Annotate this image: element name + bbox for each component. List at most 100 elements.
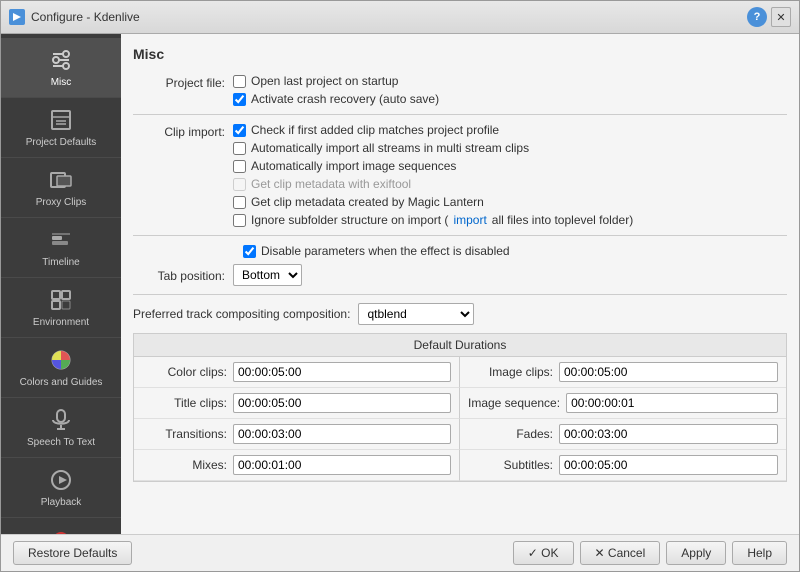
- tab-position-section: Tab position: Bottom Top Left Right: [133, 264, 787, 286]
- crash-recovery-checkbox[interactable]: [233, 93, 246, 106]
- clip-import-content: Check if first added clip matches projec…: [233, 123, 787, 227]
- ok-button[interactable]: ✓ OK: [513, 541, 574, 565]
- sidebar-item-colors-guides[interactable]: Colors and Guides: [1, 338, 121, 398]
- app-icon: [9, 9, 25, 25]
- tab-position-label: Tab position:: [133, 267, 233, 283]
- sidebar-timeline-label: Timeline: [42, 257, 79, 269]
- ignore-subfolder-row[interactable]: Ignore subfolder structure on import ( im…: [233, 213, 787, 227]
- sidebar-item-environment[interactable]: Environment: [1, 278, 121, 338]
- crash-recovery-row[interactable]: Activate crash recovery (auto save): [233, 92, 787, 106]
- project-file-label: Project file:: [133, 74, 233, 90]
- duration-image-sequence: Image sequence:: [460, 388, 786, 419]
- bottom-bar: Restore Defaults ✓ OK ✕ Cancel Apply Hel…: [1, 534, 799, 571]
- timeline-icon: [47, 226, 75, 254]
- environment-icon: [47, 286, 75, 314]
- sidebar-item-project-defaults[interactable]: Project Defaults: [1, 98, 121, 158]
- sidebar-item-proxy-clips[interactable]: Proxy Clips: [1, 158, 121, 218]
- project-file-content: Open last project on startup Activate cr…: [233, 74, 787, 106]
- sidebar-colors-label: Colors and Guides: [20, 377, 103, 389]
- get-metadata-magic-checkbox[interactable]: [233, 196, 246, 209]
- image-sequence-input[interactable]: [566, 393, 778, 413]
- sidebar-item-playback[interactable]: Playback: [1, 458, 121, 518]
- subtitles-input[interactable]: [559, 455, 778, 475]
- project-file-section: Project file: Open last project on start…: [133, 74, 787, 106]
- mixes-input[interactable]: [233, 455, 451, 475]
- color-clips-input[interactable]: [233, 362, 451, 382]
- sidebar-item-capture[interactable]: Capture: [1, 518, 121, 534]
- duration-image-clips: Image clips:: [460, 357, 786, 388]
- auto-import-sequences-label: Automatically import image sequences: [251, 159, 456, 173]
- check-clip-profile-row[interactable]: Check if first added clip matches projec…: [233, 123, 787, 137]
- title-controls: ? ✕: [747, 7, 791, 27]
- help-icon-button[interactable]: ?: [747, 7, 767, 27]
- get-metadata-magic-row[interactable]: Get clip metadata created by Magic Lante…: [233, 195, 787, 209]
- playback-icon: [47, 466, 75, 494]
- compositing-select[interactable]: qtblend frei0r.cairoblend movit.overlay: [358, 303, 474, 325]
- content-area: Misc Project Defaults: [1, 34, 799, 534]
- sidebar-proxy-label: Proxy Clips: [36, 197, 87, 209]
- crash-recovery-label: Activate crash recovery (auto save): [251, 92, 439, 106]
- duration-subtitles: Subtitles:: [460, 450, 786, 481]
- duration-title-clips: Title clips:: [134, 388, 460, 419]
- page-title: Misc: [133, 46, 787, 62]
- apply-button[interactable]: Apply: [666, 541, 726, 565]
- disable-params-row[interactable]: Disable parameters when the effect is di…: [243, 244, 510, 258]
- compositing-label: Preferred track compositing composition:: [133, 307, 358, 321]
- duration-mixes: Mixes:: [134, 450, 460, 481]
- open-last-project-row[interactable]: Open last project on startup: [233, 74, 787, 88]
- open-last-project-label: Open last project on startup: [251, 74, 398, 88]
- auto-import-sequences-checkbox[interactable]: [233, 160, 246, 173]
- get-metadata-exiftool-label: Get clip metadata with exiftool: [251, 177, 411, 191]
- sidebar-speech-label: Speech To Text: [27, 437, 95, 449]
- check-clip-profile-checkbox[interactable]: [233, 124, 246, 137]
- disable-params-checkbox[interactable]: [243, 245, 256, 258]
- proxy-clips-icon: [47, 166, 75, 194]
- duration-fades: Fades:: [460, 419, 786, 450]
- title-bar-left: Configure - Kdenlive: [9, 9, 140, 25]
- main-window: Configure - Kdenlive ? ✕: [0, 0, 800, 572]
- divider-3: [133, 294, 787, 295]
- duration-transitions: Transitions:: [134, 419, 460, 450]
- get-metadata-exiftool-checkbox: [233, 178, 246, 191]
- sidebar-project-label: Project Defaults: [26, 137, 97, 149]
- sidebar-item-speech-to-text[interactable]: Speech To Text: [1, 398, 121, 458]
- open-last-project-checkbox[interactable]: [233, 75, 246, 88]
- restore-defaults-button[interactable]: Restore Defaults: [13, 541, 132, 565]
- help-button[interactable]: Help: [732, 541, 787, 565]
- window-title: Configure - Kdenlive: [31, 10, 140, 24]
- disable-params-label: Disable parameters when the effect is di…: [261, 244, 510, 258]
- auto-import-streams-row[interactable]: Automatically import all streams in mult…: [233, 141, 787, 155]
- title-clips-input[interactable]: [233, 393, 451, 413]
- image-clips-input[interactable]: [559, 362, 778, 382]
- sidebar-item-timeline[interactable]: Timeline: [1, 218, 121, 278]
- close-button[interactable]: ✕: [771, 7, 791, 27]
- transitions-input[interactable]: [233, 424, 451, 444]
- auto-import-streams-checkbox[interactable]: [233, 142, 246, 155]
- divider-1: [133, 114, 787, 115]
- bottom-right-buttons: ✓ OK ✕ Cancel Apply Help: [513, 541, 787, 565]
- sidebar-misc-label: Misc: [51, 77, 72, 89]
- transitions-label: Transitions:: [142, 427, 227, 441]
- clip-import-section: Clip import: Check if first added clip m…: [133, 123, 787, 227]
- capture-icon: [47, 526, 75, 534]
- tab-position-select[interactable]: Bottom Top Left Right: [233, 264, 302, 286]
- auto-import-streams-label: Automatically import all streams in mult…: [251, 141, 529, 155]
- auto-import-sequences-row[interactable]: Automatically import image sequences: [233, 159, 787, 173]
- sidebar: Misc Project Defaults: [1, 34, 121, 534]
- image-clips-label: Image clips:: [468, 365, 553, 379]
- get-metadata-exiftool-row: Get clip metadata with exiftool: [233, 177, 787, 191]
- compositing-section: Preferred track compositing composition:…: [133, 303, 787, 325]
- ignore-subfolder-label-prefix: Ignore subfolder structure on import (: [251, 213, 448, 227]
- clip-import-label: Clip import:: [133, 123, 233, 139]
- mixes-label: Mixes:: [142, 458, 227, 472]
- ignore-subfolder-checkbox[interactable]: [233, 214, 246, 227]
- import-link[interactable]: import: [453, 213, 486, 227]
- sidebar-item-misc[interactable]: Misc: [1, 38, 121, 98]
- divider-2: [133, 235, 787, 236]
- durations-header: Default Durations: [134, 334, 786, 357]
- duration-color-clips: Color clips:: [134, 357, 460, 388]
- fades-input[interactable]: [559, 424, 778, 444]
- color-clips-label: Color clips:: [142, 365, 227, 379]
- cancel-button[interactable]: ✕ Cancel: [580, 541, 661, 565]
- get-metadata-magic-label: Get clip metadata created by Magic Lante…: [251, 195, 484, 209]
